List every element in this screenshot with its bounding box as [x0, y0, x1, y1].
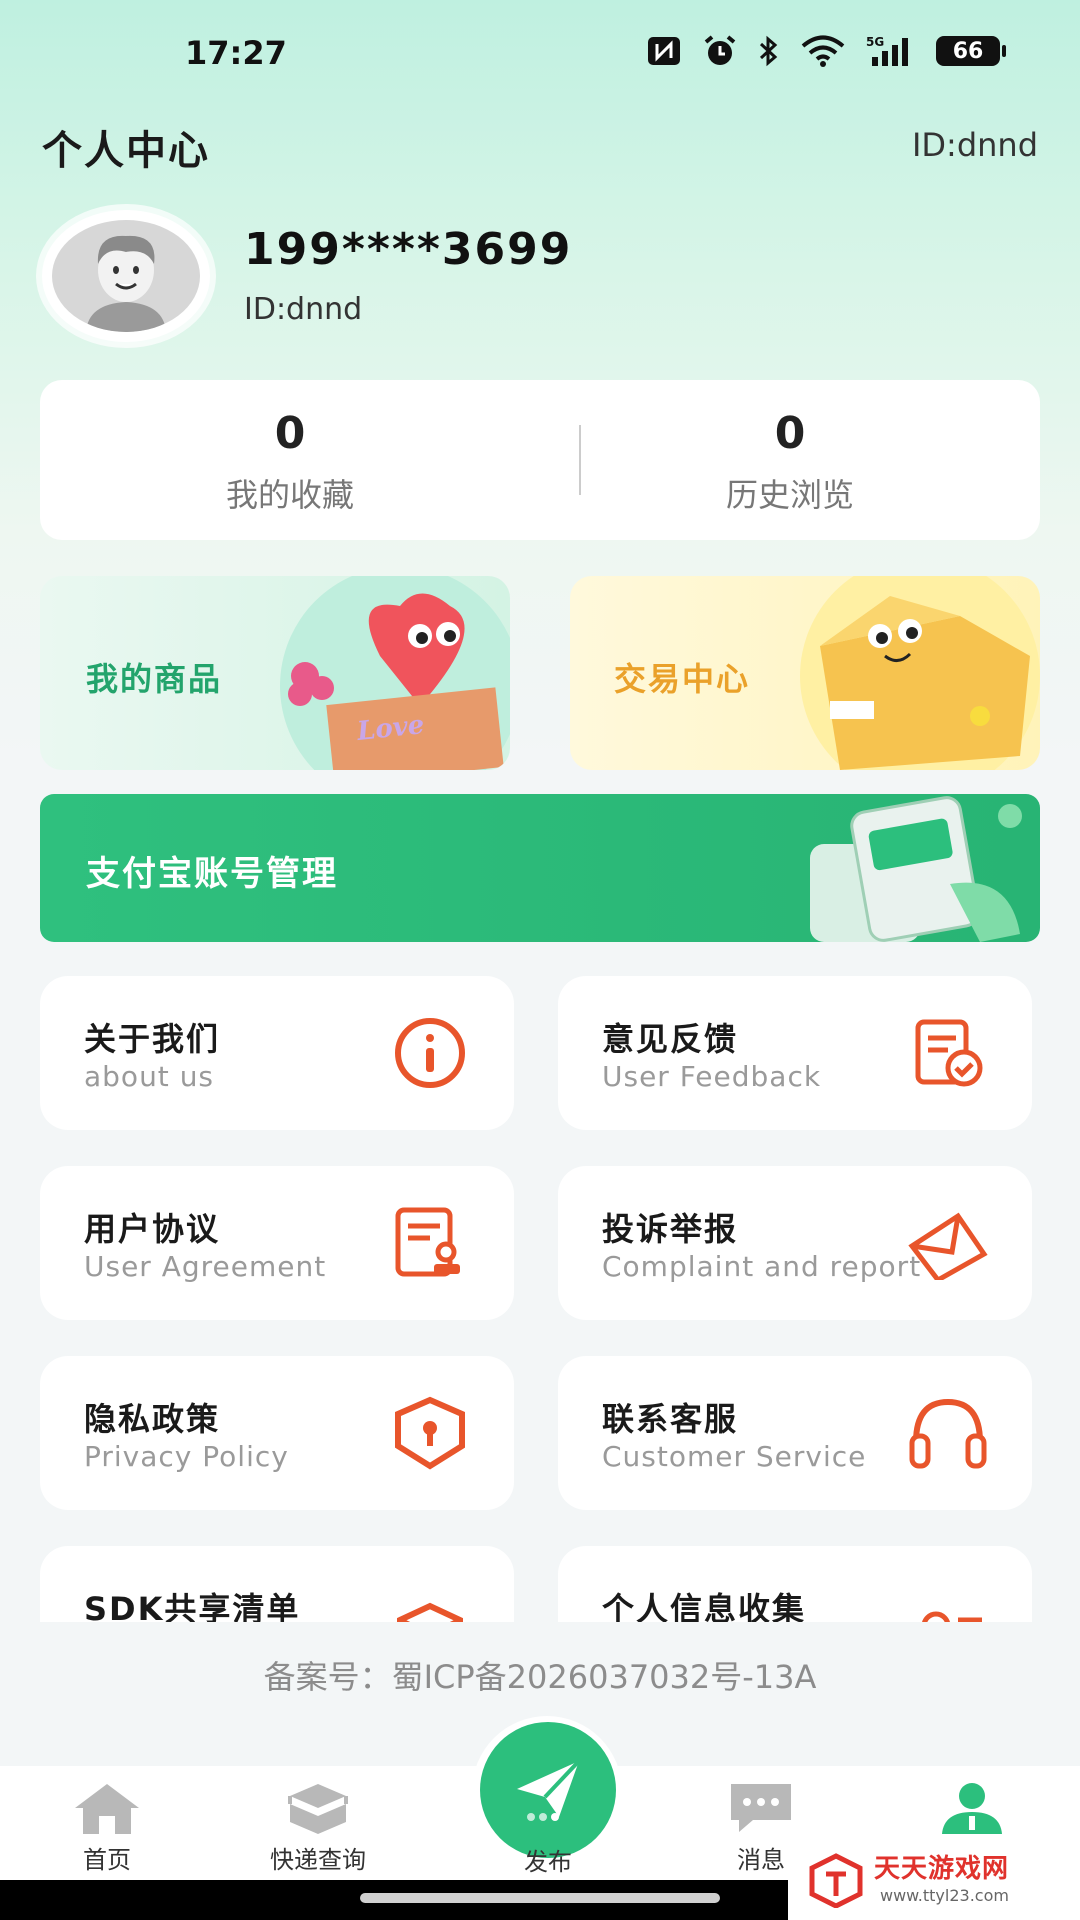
card-title: 关于我们 [84, 1020, 221, 1058]
home-indicator[interactable] [360, 1893, 720, 1903]
agreement-icon [395, 1207, 460, 1277]
tab-publish-label: 发布 [524, 1848, 572, 1876]
alipay-account-banner[interactable]: 支付宝账号管理 [40, 794, 1040, 942]
watermark-url: www.ttyl23.com [880, 1886, 1009, 1905]
header-user-id: ID:dnnd [911, 126, 1038, 164]
card-title: SDK共享清单 [84, 1590, 301, 1622]
privacy-policy-card[interactable]: 隐私政策 Privacy Policy [40, 1356, 514, 1510]
customer-service-card[interactable]: 联系客服 Customer Service [558, 1356, 1032, 1510]
card-title: 用户协议 [84, 1210, 221, 1248]
sdk-sharing-list-card[interactable]: SDK共享清单 [40, 1546, 514, 1622]
favorites-label: 我的收藏 [225, 476, 354, 515]
user-id: ID:dnnd [244, 292, 363, 327]
trade-center-card[interactable]: 交易中心 [570, 576, 1040, 770]
history-label: 历史浏览 [725, 476, 854, 515]
message-icon [731, 1784, 791, 1832]
tab-parcel-query[interactable]: 快递查询 [238, 1780, 398, 1875]
alarm-icon [704, 35, 736, 65]
tab-home[interactable]: 首页 [27, 1780, 187, 1875]
card-subtitle: User Agreement [84, 1250, 327, 1283]
card-title: 投诉举报 [602, 1210, 739, 1248]
signal-5g-icon: 5G [866, 35, 908, 66]
box-icon [397, 1602, 463, 1622]
watermark: 天天游戏网 www.ttyl23.com [788, 1838, 1080, 1920]
favorites-count: 0 [274, 408, 306, 459]
watermark-logo-icon [809, 1853, 863, 1908]
home-icon [75, 1784, 139, 1834]
trade-center-label: 交易中心 [614, 660, 751, 698]
svg-text:5G: 5G [866, 35, 884, 49]
tab-home-label: 首页 [83, 1846, 131, 1874]
avatar[interactable] [42, 210, 210, 342]
card-title: 隐私政策 [84, 1400, 221, 1438]
menu-grid: 关于我们 about us 意见反馈 User Feedback 用户协议 Us… [40, 976, 1040, 1622]
card-subtitle: Complaint and report [602, 1250, 922, 1283]
user-feedback-card[interactable]: 意见反馈 User Feedback [558, 976, 1032, 1130]
payment-terminal-illustration [810, 796, 1022, 942]
icp-record: 备案号：蜀ICP备2026037032号-13A [263, 1658, 817, 1696]
my-goods-label: 我的商品 [86, 660, 223, 698]
user-phone: 199****3699 [244, 224, 573, 275]
card-title: 联系客服 [602, 1400, 739, 1438]
tab-parcel-query-label: 快递查询 [270, 1846, 366, 1874]
watermark-text: 天天游戏网 [874, 1854, 1010, 1884]
status-bar: 17:27 5G 66 [0, 0, 1080, 110]
personal-info-collection-card[interactable]: 个人信息收集 [558, 1546, 1032, 1622]
box-character-illustration [800, 576, 1040, 770]
my-goods-card[interactable]: 我的商品 Love [40, 576, 510, 770]
user-list-icon [922, 1611, 982, 1622]
card-subtitle: Privacy Policy [84, 1440, 289, 1473]
alipay-account-label: 支付宝账号管理 [86, 854, 338, 894]
page-title: 个人中心 [42, 128, 210, 174]
card-subtitle: Customer Service [602, 1440, 867, 1473]
paper-plane-icon [517, 1759, 581, 1821]
about-us-card[interactable]: 关于我们 about us [40, 976, 514, 1130]
publish-button[interactable] [480, 1722, 616, 1858]
user-agreement-card[interactable]: 用户协议 User Agreement [40, 1166, 514, 1320]
default-avatar-icon [86, 235, 166, 332]
history-count: 0 [774, 408, 806, 459]
status-time: 17:27 [185, 34, 287, 72]
info-icon [395, 1018, 465, 1088]
shield-icon [395, 1396, 465, 1470]
envelope-icon [908, 1212, 988, 1280]
status-icons: 5G 66 [646, 34, 1006, 68]
heart-box-illustration: Love [280, 576, 510, 770]
bluetooth-icon [759, 35, 778, 67]
card-title: 个人信息收集 [602, 1590, 807, 1622]
wifi-icon [801, 35, 845, 67]
history-stat[interactable]: 0 历史浏览 [540, 408, 1040, 516]
headset-icon [909, 1398, 987, 1469]
card-subtitle: about us [84, 1060, 215, 1093]
parcel-icon [288, 1784, 348, 1834]
profile-icon [942, 1783, 1002, 1834]
tab-profile[interactable] [892, 1780, 1052, 1840]
stats-card: 0 我的收藏 0 历史浏览 [40, 380, 1040, 540]
complaint-report-card[interactable]: 投诉举报 Complaint and report [558, 1166, 1032, 1320]
nfc-icon [648, 37, 680, 65]
card-title: 意见反馈 [602, 1020, 739, 1058]
feedback-icon [915, 1019, 983, 1087]
favorites-stat[interactable]: 0 我的收藏 [40, 408, 540, 516]
card-subtitle: User Feedback [602, 1060, 822, 1093]
battery-indicator: 66 [936, 36, 1006, 66]
